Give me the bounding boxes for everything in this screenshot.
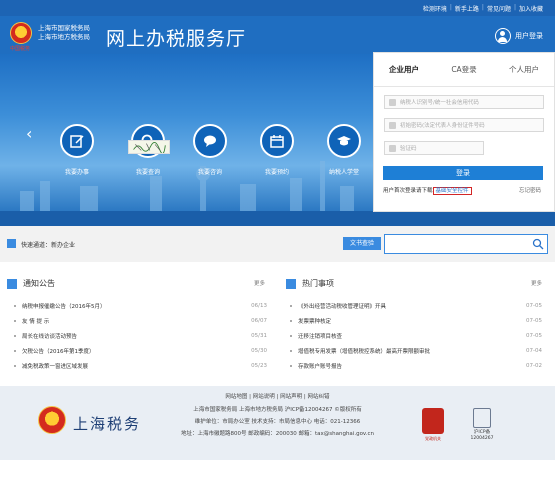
top-link-bookmark[interactable]: 加入收藏 [519,4,543,13]
divider: | [449,4,452,11]
list-item[interactable]: 减免税政策一窗进区域发展 05/23 [14,358,267,373]
chat-icon [204,135,216,147]
list-item[interactable]: 《外出经营活动税收管理证明》开具 07-05 [290,298,542,313]
do-business-label: 我要办事 [64,169,89,176]
bureau-names: 上海市国家税务局 上海市地方税务局 [38,24,90,42]
notices-header: 通知公告 [7,278,55,289]
list-item[interactable]: 局长在线访谈活动预告 05/31 [14,328,267,343]
consult-label: 我要咨询 [197,169,222,176]
first-login-note: 用户首次登录请下载 基础安全控件 [383,186,472,195]
footer-links: 网站地图 | 网站说明 | 网站声明 | 网站纠错 [225,394,330,400]
list-item[interactable]: 存款账户账号报告 07-02 [290,358,542,373]
icp-badge-label: 沪ICP备 12004267 [470,430,494,441]
footer-link-sitemap[interactable]: 网站地图 [225,394,247,400]
tab-enterprise-user[interactable]: 企业用户 [374,53,434,86]
footer-copyright: 上海市国家税务局 上海市地方税务局 沪ICP备12004267 ©版权所有 [193,407,362,413]
login-tabs: 企业用户 CA登录 个人用户 [374,53,554,87]
notices-more-link[interactable]: 更多 [254,279,265,287]
footer-link-errata[interactable]: 网站纠错 [308,394,330,400]
bureau-national: 上海市国家税务局 [38,24,90,32]
user-icon [495,28,511,44]
user-login-label: 用户登录 [515,32,543,40]
consult-button[interactable] [193,124,227,158]
list-item[interactable]: 迁移注销项目核查 07-05 [290,328,542,343]
captcha-image[interactable] [128,140,170,154]
hot-items-title: 热门事项 [302,279,334,288]
shield-icon [389,144,396,152]
notices-title: 通知公告 [23,279,55,288]
government-badge-icon[interactable] [422,408,444,434]
query-label: 我要查询 [135,169,160,176]
top-bar: 检测环境 | 新手上路 | 常见问题 | 加入收藏 [0,0,555,16]
send-icon [7,239,16,248]
list-item[interactable]: 发票票种核定 07-05 [290,313,542,328]
header: 中国税务 上海市国家税务局 上海市地方税务局 网上办税服务厅 用户登录 [0,16,555,54]
calendar-icon [270,135,284,148]
do-business-button[interactable] [60,124,94,158]
list-item[interactable]: 增值税专用发票（增值税税控系统）最高开票限额审批 07-04 [290,343,542,358]
site-search-input[interactable] [384,234,548,254]
list-item[interactable]: 欠税公告（2016年第1季度） 05/30 [14,343,267,358]
tax-emblem-icon [10,22,32,44]
megaphone-icon [7,278,17,289]
divider: | [513,4,516,11]
forgot-password-link[interactable]: 忘记密码 [519,186,541,194]
first-login-prefix: 用户首次登录请下载 [383,188,433,194]
taxpayer-id-field[interactable]: 纳税人识别号/统一社会信用代码 [384,95,544,109]
emblem-caption: 中国税务 [10,46,31,52]
government-badge-label: 党政机关 [425,436,441,441]
carousel-prev-arrow[interactable]: ‹ [26,124,32,143]
quick-bar: 快速通道：新办企业 文书查验 [0,226,555,262]
footer-maintainer: 维护单位：市局办公室 技术支持：市局信息中心 电话：021-12366 [194,419,361,425]
quick-channel-label[interactable]: 快速通道：新办企业 [21,240,75,249]
top-link-getting-started[interactable]: 新手上路 [455,4,479,13]
icp-badge-icon[interactable] [473,408,491,428]
footer-link-about[interactable]: 网站说明 [253,394,275,400]
footer-link-statement[interactable]: 网站声明 [280,394,302,400]
top-links: 检测环境 | 新手上路 | 常见问题 | 加入收藏 [423,4,543,13]
edit-icon [70,135,84,148]
tab-personal-user[interactable]: 个人用户 [494,53,554,86]
captcha-placeholder: 验证码 [400,146,417,152]
captcha-field[interactable]: 验证码 [384,141,484,155]
graduation-cap-icon [337,136,351,146]
appointment-label: 我要预约 [264,169,289,176]
list-item[interactable]: 纳税申报催缴公告（2016年5月） 06/13 [14,298,267,313]
site-title: 网上办税服务厅 [106,28,247,50]
lock-icon [389,121,396,129]
top-link-check-env[interactable]: 检测环境 [423,4,447,13]
tab-ca-login[interactable]: CA登录 [434,53,494,86]
bar-chart-icon [286,278,296,289]
taxpayer-school-label: 纳税人学堂 [328,169,359,176]
password-field[interactable]: 初始密码(法定代表人身份证件号码 [384,118,544,132]
list-item[interactable]: 友 情 提 示 06/07 [14,313,267,328]
divider: | [481,4,484,11]
footer: 网站地图 | 网站说明 | 网站声明 | 网站纠错 上海税务 上海市国家税务局 … [0,386,555,460]
login-button[interactable]: 登录 [383,166,543,180]
user-icon [389,98,396,106]
taxpayer-school-button[interactable] [327,124,361,158]
top-link-faq[interactable]: 常见问题 [487,4,511,13]
taxpayer-id-placeholder: 纳税人识别号/统一社会信用代码 [400,100,479,106]
hot-items-list: 《外出经营活动税收管理证明》开具 07-05 发票票种核定 07-05 迁移注销项目… [290,298,542,373]
bureau-local: 上海市地方税务局 [38,33,90,41]
user-login-button[interactable]: 用户登录 [495,28,543,44]
hot-items-more-link[interactable]: 更多 [531,279,542,287]
hot-items-header: 热门事项 [286,278,334,289]
document-verify-button[interactable]: 文书查验 [343,237,381,250]
notices-list: 纳税申报催缴公告（2016年5月） 06/13 友 情 提 示 06/07 局长在线… [14,298,267,373]
appointment-button[interactable] [260,124,294,158]
security-control-download-link[interactable]: 基础安全控件 [432,187,472,195]
search-icon[interactable] [532,238,544,250]
password-placeholder: 初始密码(法定代表人身份证件号码 [400,123,485,129]
